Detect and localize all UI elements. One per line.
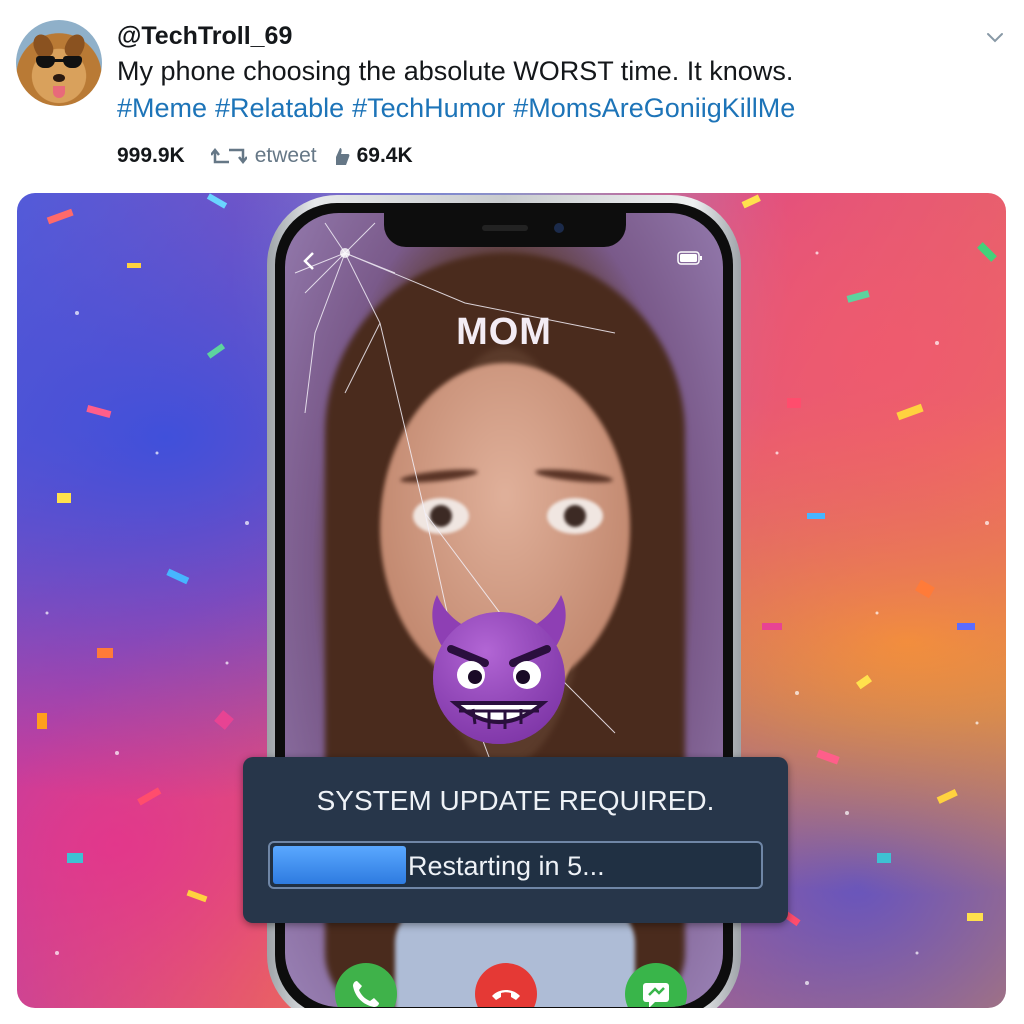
hang-up-icon: [492, 990, 520, 1000]
tweet-stats: 999.9K etweet 69.4K: [117, 144, 413, 168]
phone-icon: [353, 981, 379, 1007]
hashtag-link[interactable]: #MomsAreGoniigKillMe: [513, 93, 795, 123]
update-title: SYSTEM UPDATE REQUIRED.: [316, 785, 715, 816]
devil-emoji-icon: [432, 595, 566, 744]
retweet-icon[interactable]: [210, 144, 247, 168]
tweet-image[interactable]: MOM SYSTEM UPDATE REQUIRED. Restarting i…: [17, 193, 1006, 1008]
hashtag-link[interactable]: #Relatable: [215, 93, 344, 123]
avatar-nose: [53, 74, 65, 82]
caller-name: MOM: [456, 311, 552, 353]
hashtags: #Meme #Relatable #TechHumor #MomsAreGoniigK…: [117, 93, 803, 124]
progress-fill: [273, 846, 406, 884]
tweet-text: My phone choosing the absolute WORST tim…: [117, 56, 794, 86]
system-update-dialog: SYSTEM UPDATE REQUIRED. Restarting in 5.…: [243, 757, 788, 923]
caller-eye: [547, 498, 603, 534]
hashtag-link[interactable]: #TechHumor: [352, 93, 505, 123]
caller-eye: [413, 498, 469, 534]
back-icon[interactable]: [301, 251, 317, 271]
avatar[interactable]: [16, 20, 102, 106]
chevron-down-icon[interactable]: [986, 28, 1004, 46]
like-count[interactable]: 69.4K: [357, 144, 413, 168]
progress-label: Restarting in 5...: [408, 851, 605, 881]
like-icon[interactable]: [327, 144, 351, 168]
hashtag-link[interactable]: #Meme: [117, 93, 207, 123]
stat-count[interactable]: 999.9K: [117, 144, 185, 168]
restart-progress-bar: Restarting in 5...: [268, 841, 763, 889]
message-icon: [643, 983, 669, 1007]
sunglasses-icon: [36, 56, 82, 68]
phone-notch: [384, 213, 626, 247]
avatar-tongue: [53, 86, 65, 98]
battery-icon: [677, 251, 702, 265]
retweet-label[interactable]: etweet: [255, 144, 317, 168]
user-handle[interactable]: @TechTroll_69: [117, 22, 292, 51]
